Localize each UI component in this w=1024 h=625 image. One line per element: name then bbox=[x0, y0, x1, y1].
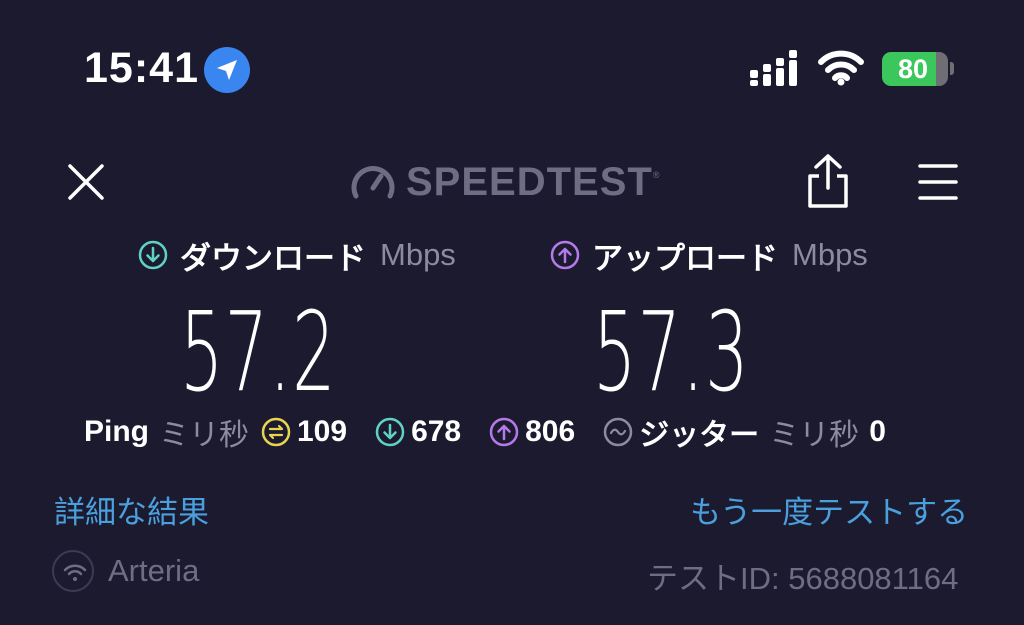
upload-ping-value: 806 bbox=[525, 415, 576, 448]
wifi-icon bbox=[818, 50, 864, 86]
download-unit: Mbps bbox=[380, 237, 456, 272]
location-arrow-icon bbox=[204, 47, 250, 93]
jitter-value: 0 bbox=[869, 415, 886, 448]
trademark-symbol: ® bbox=[652, 170, 660, 180]
battery-cap bbox=[950, 62, 954, 75]
brand-name: SPEEDTEST bbox=[406, 159, 653, 204]
download-ping-value: 678 bbox=[411, 415, 462, 448]
share-icon bbox=[808, 154, 848, 208]
cellular-signal-icon bbox=[750, 50, 797, 86]
upload-unit: Mbps bbox=[792, 237, 868, 272]
download-header: ダウンロード Mbps bbox=[138, 235, 456, 276]
detailed-results-link[interactable]: 詳細な結果 bbox=[54, 487, 209, 532]
menu-button[interactable] bbox=[914, 160, 962, 204]
test-id: テストID: 5688081164 bbox=[647, 561, 959, 596]
test-again-link[interactable]: もう一度テストする bbox=[690, 487, 968, 532]
idle-ping-value: 109 bbox=[297, 415, 348, 448]
speedometer-icon bbox=[351, 166, 395, 199]
upload-ping-icon bbox=[489, 417, 519, 447]
jitter-unit: ミリ秒 bbox=[769, 419, 860, 452]
status-time: 15:41 bbox=[84, 44, 199, 92]
close-icon bbox=[68, 164, 104, 200]
download-label: ダウンロード bbox=[180, 240, 366, 276]
upload-header: アップロード Mbps bbox=[550, 235, 868, 276]
hamburger-menu-icon bbox=[918, 164, 958, 200]
isp-wifi-icon bbox=[52, 550, 94, 592]
latency-row: Ping ミリ秒 109 678 806 ジッター ミリ秒 0 bbox=[84, 412, 910, 452]
battery-indicator: 80 bbox=[882, 52, 950, 86]
jitter-wave-icon bbox=[603, 417, 633, 447]
upload-speed-value: 57.3 bbox=[593, 288, 750, 416]
isp-name: Arteria bbox=[108, 553, 200, 588]
speedtest-logo: SPEEDTEST ® bbox=[350, 158, 659, 206]
arrow-up-circle-icon bbox=[550, 240, 580, 270]
arrow-down-circle-icon bbox=[138, 240, 168, 270]
download-ping-icon bbox=[375, 417, 405, 447]
download-speed-value: 57.2 bbox=[180, 288, 337, 416]
close-button[interactable] bbox=[62, 158, 110, 206]
ping-label: Ping bbox=[84, 415, 149, 448]
speedtest-result-screen: 15:41 80 SPEEDTEST ® ダウンロード Mbps アップロード … bbox=[0, 0, 1024, 625]
share-button[interactable] bbox=[803, 152, 853, 210]
battery-level: 80 bbox=[897, 54, 929, 84]
ping-unit: ミリ秒 bbox=[159, 419, 249, 452]
upload-label: アップロード bbox=[592, 240, 778, 276]
jitter-label: ジッター bbox=[639, 419, 760, 452]
idle-ping-icon bbox=[261, 417, 291, 447]
